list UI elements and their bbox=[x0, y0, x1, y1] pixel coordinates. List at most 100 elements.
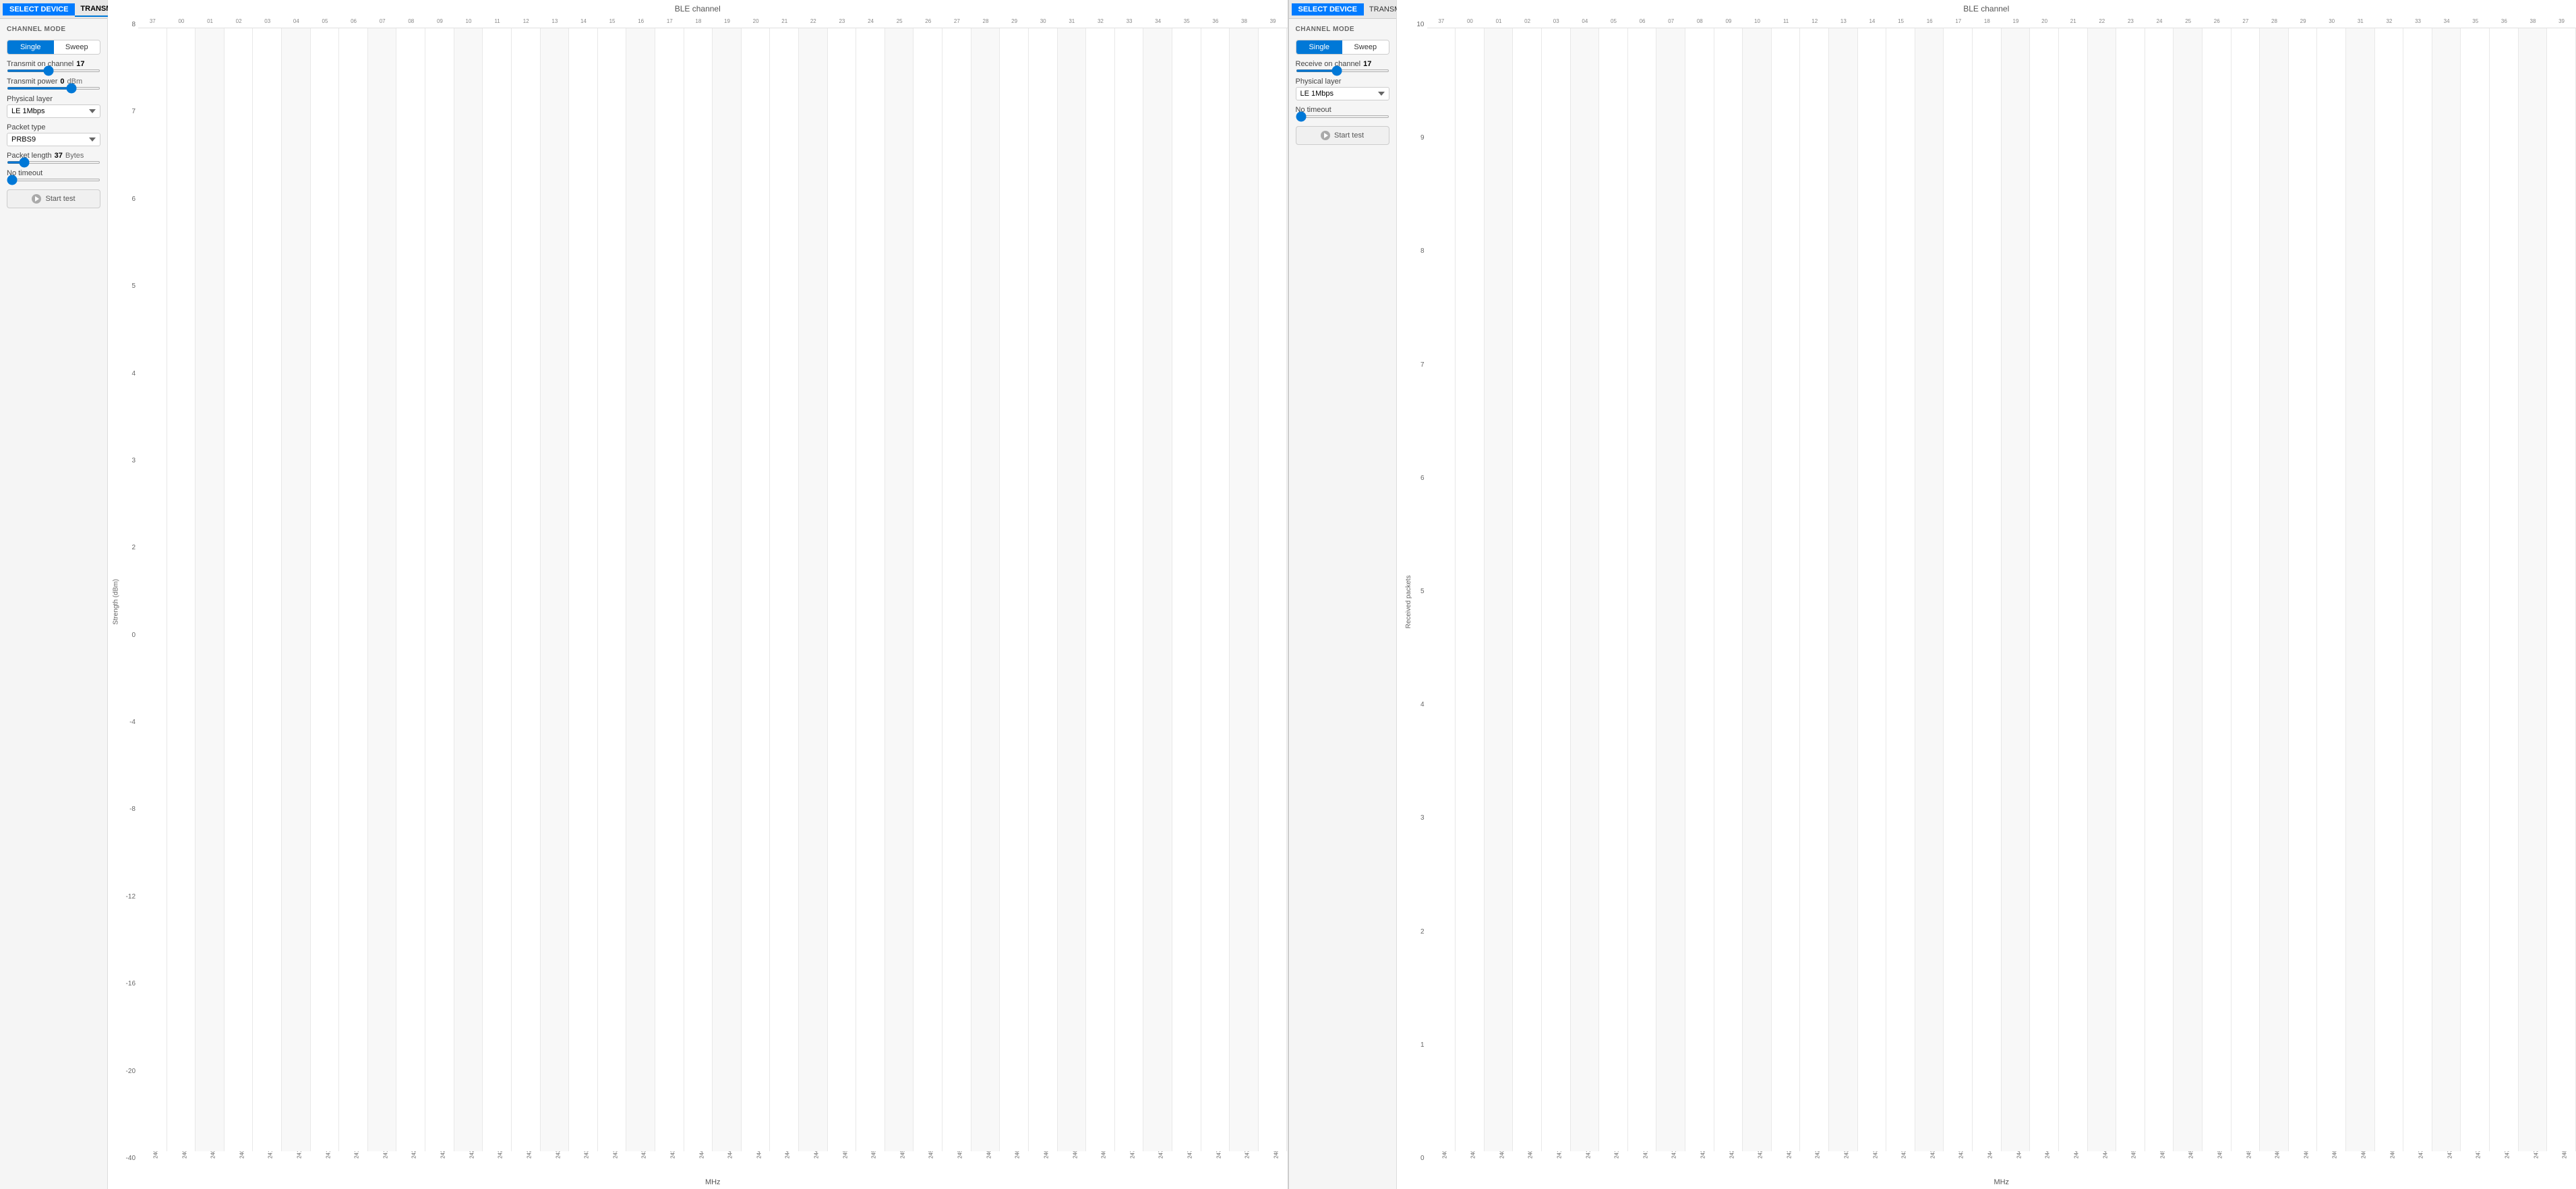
transmitter-y-axis-label: Strength (dBm) bbox=[112, 579, 119, 625]
x-tick-label: 2456 bbox=[2217, 1151, 2223, 1167]
x-tick-label: 2446 bbox=[785, 1151, 791, 1167]
channel-label: 07 bbox=[368, 15, 397, 28]
grid-column bbox=[1485, 28, 1514, 1151]
packet-length-row: Packet length 37 Bytes bbox=[7, 152, 100, 164]
x-tick-label: 2480 bbox=[2562, 1151, 2568, 1167]
grid-column bbox=[2461, 28, 2490, 1151]
mode-single-btn-tx[interactable]: Single bbox=[7, 40, 54, 54]
packet-type-label: Packet type bbox=[7, 123, 100, 131]
channel-label: 34 bbox=[2432, 15, 2461, 28]
x-tick-label: 2448 bbox=[813, 1151, 819, 1167]
grid-column bbox=[2317, 28, 2346, 1151]
grid-column bbox=[2289, 28, 2318, 1151]
grid-column bbox=[1714, 28, 1743, 1151]
grid-column bbox=[2490, 28, 2519, 1151]
no-timeout-slider-tx[interactable] bbox=[7, 179, 100, 181]
transmitter-y-axis: Strength (dBm) 8 7 6 5 4 3 2 0 -4 -8 -12… bbox=[108, 15, 138, 1189]
channel-label: 08 bbox=[396, 15, 425, 28]
no-timeout-slider-rx[interactable] bbox=[1296, 115, 1389, 118]
channel-label: 30 bbox=[2317, 15, 2346, 28]
channel-label: 03 bbox=[253, 15, 282, 28]
channel-label: 02 bbox=[224, 15, 253, 28]
channel-label: 20 bbox=[2030, 15, 2059, 28]
x-tick-label: 2424 bbox=[1758, 1151, 1764, 1167]
x-tick-label: 2406 bbox=[1499, 1151, 1505, 1167]
transmitter-select-device-button[interactable]: SELECT DEVICE bbox=[3, 3, 75, 16]
grid-column bbox=[713, 28, 742, 1151]
transmit-channel-slider[interactable] bbox=[7, 69, 100, 72]
x-tick-label: 2438 bbox=[1958, 1151, 1965, 1167]
no-timeout-row-tx: No timeout bbox=[7, 169, 100, 181]
channel-label: 13 bbox=[1829, 15, 1858, 28]
x-tick-label: 2404 bbox=[1470, 1151, 1476, 1167]
x-tick-label: 2408 bbox=[1528, 1151, 1534, 1167]
start-test-button-tx[interactable]: Start test bbox=[7, 189, 100, 208]
mode-sweep-btn-tx[interactable]: Sweep bbox=[54, 40, 100, 54]
x-tick-label: 2422 bbox=[1729, 1151, 1735, 1167]
x-tick-label: 2406 bbox=[210, 1151, 216, 1167]
physical-layer-dropdown-rx[interactable]: LE 1Mbps LE 2Mbps LE Coded S=2 LE Coded … bbox=[1296, 87, 1389, 100]
channel-label: 11 bbox=[1772, 15, 1801, 28]
grid-column bbox=[2002, 28, 2031, 1151]
receiver-select-device-button[interactable]: SELECT DEVICE bbox=[1292, 3, 1364, 16]
grid-column bbox=[1513, 28, 1542, 1151]
grid-column bbox=[2346, 28, 2375, 1151]
x-tick-label: 2454 bbox=[2188, 1151, 2194, 1167]
mode-single-btn-rx[interactable]: Single bbox=[1296, 40, 1343, 54]
x-tick-label: 2412 bbox=[296, 1151, 302, 1167]
grid-column bbox=[2432, 28, 2461, 1151]
receive-channel-slider[interactable] bbox=[1296, 69, 1389, 72]
x-tick-label: 2418 bbox=[382, 1151, 388, 1167]
channel-label: 08 bbox=[1685, 15, 1714, 28]
x-tick-label: 2444 bbox=[2045, 1151, 2051, 1167]
grid-column bbox=[2375, 28, 2404, 1151]
channel-label: 23 bbox=[2116, 15, 2145, 28]
channel-mode-label-tx: CHANNEL MODE bbox=[7, 26, 100, 33]
grid-column bbox=[2088, 28, 2117, 1151]
grid-column bbox=[626, 28, 655, 1151]
channel-label: 36 bbox=[1201, 15, 1230, 28]
channel-label: 38 bbox=[2519, 15, 2548, 28]
transmitter-x-axis-title: MHz bbox=[138, 1178, 1288, 1189]
transmit-power-slider[interactable] bbox=[7, 87, 100, 90]
x-tick-label: 2460 bbox=[2274, 1151, 2280, 1167]
channel-label: 24 bbox=[856, 15, 885, 28]
physical-layer-dropdown-tx[interactable]: LE 1Mbps LE 2Mbps LE Coded S=2 LE Coded … bbox=[7, 104, 100, 118]
channel-label: 21 bbox=[2059, 15, 2088, 28]
grid-column bbox=[2403, 28, 2432, 1151]
channel-mode-toggle-tx: Single Sweep bbox=[7, 40, 100, 55]
x-tick-label: 2428 bbox=[1815, 1151, 1821, 1167]
transmitter-chart-container: Strength (dBm) 8 7 6 5 4 3 2 0 -4 -8 -12… bbox=[108, 15, 1288, 1189]
grid-column bbox=[2231, 28, 2260, 1151]
channel-mode-toggle-rx: Single Sweep bbox=[1296, 40, 1389, 55]
channel-label: 22 bbox=[799, 15, 828, 28]
grid-column bbox=[311, 28, 340, 1151]
x-tick-label: 2440 bbox=[1987, 1151, 1993, 1167]
grid-column bbox=[138, 28, 167, 1151]
start-test-button-rx[interactable]: Start test bbox=[1296, 126, 1389, 145]
grid-column bbox=[253, 28, 282, 1151]
x-tick-label: 2422 bbox=[440, 1151, 446, 1167]
grid-column bbox=[885, 28, 914, 1151]
channel-label: 15 bbox=[1886, 15, 1915, 28]
channel-label: 32 bbox=[2375, 15, 2404, 28]
mode-sweep-btn-rx[interactable]: Sweep bbox=[1342, 40, 1389, 54]
packet-type-dropdown[interactable]: PRBS9 11110000 10101010 Vendor specific bbox=[7, 133, 100, 146]
no-timeout-row-rx: No timeout bbox=[1296, 106, 1389, 118]
grid-column bbox=[396, 28, 425, 1151]
channel-label: 18 bbox=[1973, 15, 2002, 28]
transmitter-chart-area: BLE channel Strength (dBm) 8 7 6 5 4 3 2… bbox=[108, 0, 1288, 1189]
grid-column bbox=[598, 28, 627, 1151]
grid-column bbox=[1944, 28, 1973, 1151]
receiver-channel-labels: 3700010203040506070809101112131415161718… bbox=[1427, 15, 2576, 28]
x-tick-label: 2442 bbox=[2016, 1151, 2022, 1167]
x-tick-label: 2452 bbox=[2159, 1151, 2165, 1167]
packet-length-slider[interactable] bbox=[7, 161, 100, 164]
grid-column bbox=[1772, 28, 1801, 1151]
grid-column bbox=[1115, 28, 1144, 1151]
x-tick-label: 2428 bbox=[526, 1151, 532, 1167]
channel-label: 28 bbox=[971, 15, 1000, 28]
channel-label: 22 bbox=[2088, 15, 2117, 28]
channel-label: 37 bbox=[138, 15, 167, 28]
x-tick-label: 2464 bbox=[1043, 1151, 1049, 1167]
